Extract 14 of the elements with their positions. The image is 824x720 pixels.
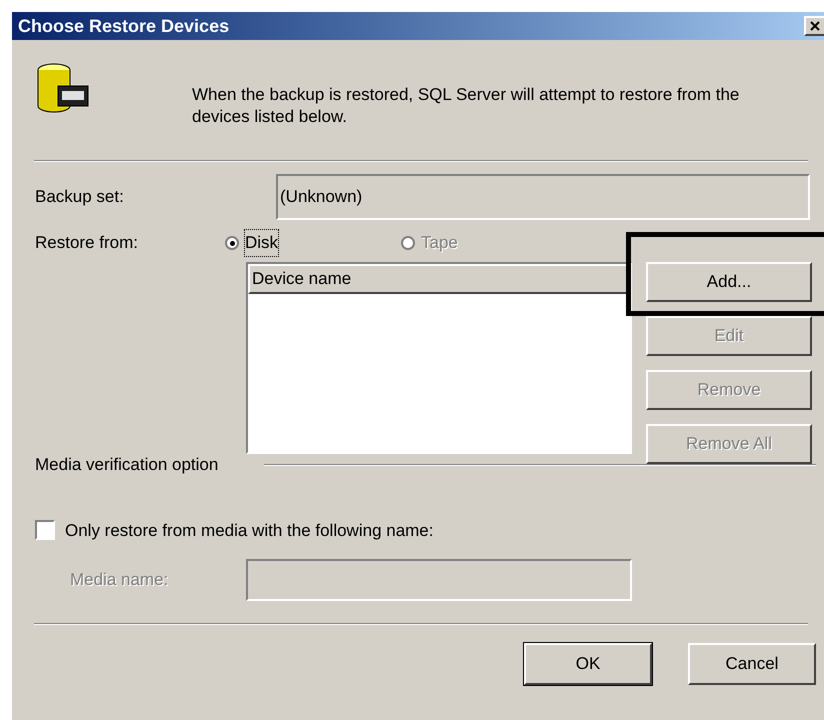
backup-set-field: (Unknown) <box>276 174 810 220</box>
dialog-button[interactable]: Add... <box>646 262 812 302</box>
description-text: When the backup is restored, SQL Server will attempt to restore from the devices listed below. <box>192 84 740 128</box>
dialog-button[interactable]: Cancel <box>688 643 816 685</box>
group-title: Media verification option <box>35 454 218 476</box>
radio-option[interactable]: Disk <box>225 230 401 256</box>
media-checkbox[interactable]: Only restore from media with the following name: <box>12 518 824 543</box>
field-label: Backup set: <box>35 186 125 208</box>
field-label: Restore from: <box>35 232 139 254</box>
close-icon <box>810 21 820 31</box>
field-label: Media name: <box>70 569 170 592</box>
dialog-button[interactable]: OK <box>524 643 652 685</box>
close-button[interactable] <box>804 16 824 36</box>
window-title: Choose Restore Devices <box>18 14 230 38</box>
